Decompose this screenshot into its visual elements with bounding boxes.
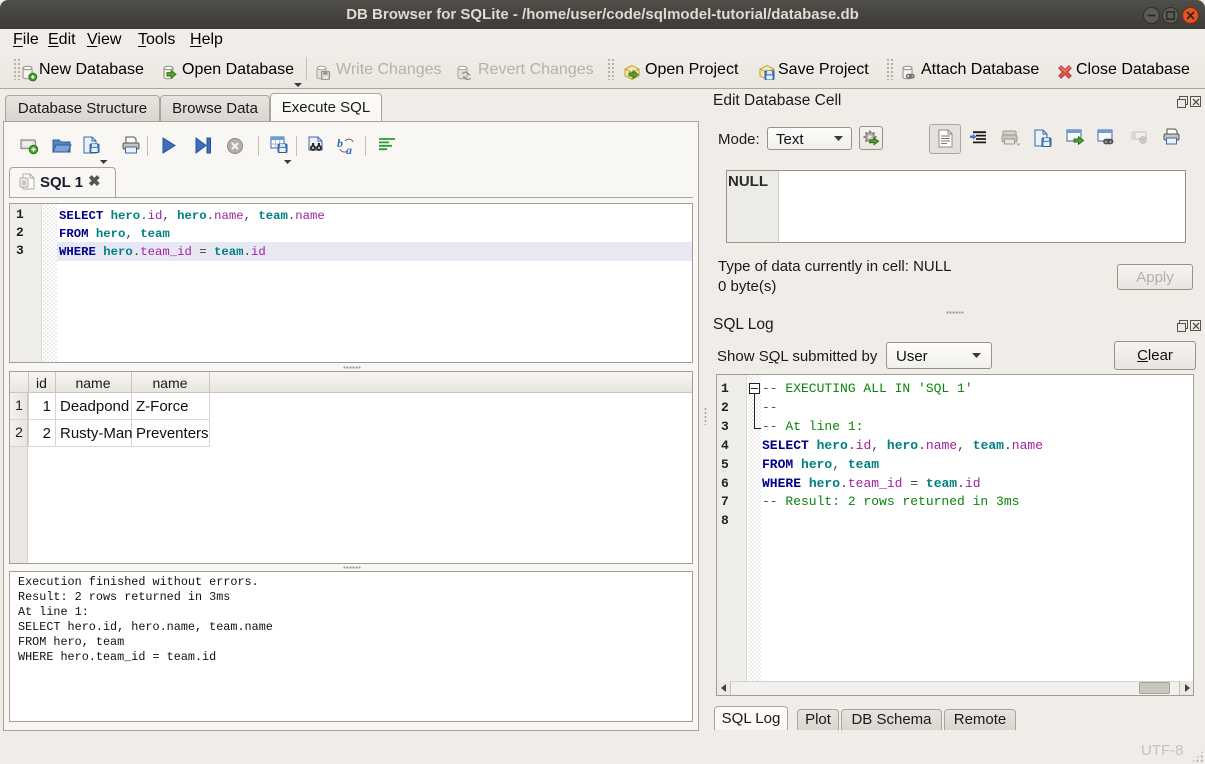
svg-text:a: a xyxy=(346,143,352,156)
svg-text:b: b xyxy=(337,136,343,150)
